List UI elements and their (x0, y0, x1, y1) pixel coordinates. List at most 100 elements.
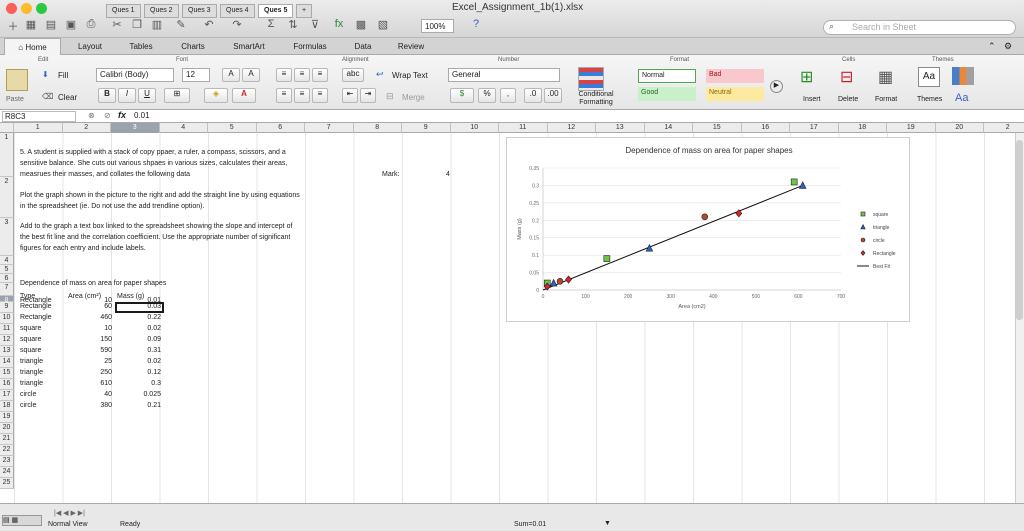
paste-icon[interactable]: ▥ (148, 18, 166, 34)
minimize-window-button[interactable] (21, 3, 32, 14)
fx-label[interactable]: fx (118, 110, 126, 120)
fill-color-button[interactable]: ◈ (204, 88, 228, 103)
column-header[interactable]: 1 (14, 123, 63, 133)
cell-type[interactable]: square (20, 336, 41, 343)
cell-area[interactable]: 40 (64, 391, 112, 398)
cell-mass[interactable]: 0.22 (113, 314, 161, 321)
row-header[interactable]: 4 (0, 256, 14, 265)
cell-area[interactable]: 590 (64, 347, 112, 354)
conditional-formatting-icon[interactable] (578, 67, 604, 91)
cell-mass[interactable]: 0.31 (113, 347, 161, 354)
format-painter-icon[interactable]: ✎ (172, 18, 190, 34)
copy-icon[interactable]: ❐ (128, 18, 146, 34)
tab-formulas[interactable]: Formulas (282, 38, 338, 55)
row-header[interactable]: 14 (0, 357, 14, 368)
tab-tables[interactable]: Tables (118, 38, 164, 55)
normal-view-icon[interactable]: ▤ ▦ (2, 515, 42, 526)
tab-smartart[interactable]: SmartArt (222, 38, 276, 55)
number-format-select[interactable]: General (448, 68, 560, 82)
sum-dropdown-icon[interactable]: ▼ (604, 520, 611, 527)
align-top-button[interactable]: ≡ (276, 68, 292, 82)
tab-charts[interactable]: Charts (170, 38, 216, 55)
increase-indent-button[interactable]: ⇥ (360, 88, 376, 103)
delete-cells-icon[interactable]: ⊟ (840, 67, 862, 89)
row-header[interactable]: 24 (0, 467, 14, 478)
tab-layout[interactable]: Layout (68, 38, 112, 55)
cell-type[interactable]: square (20, 325, 41, 332)
column-header[interactable]: 19 (887, 123, 936, 133)
row-header[interactable]: 3 (0, 218, 14, 256)
open-icon[interactable]: ▤ (42, 18, 60, 34)
column-header[interactable]: 11 (499, 123, 548, 133)
font-name-select[interactable]: Calibri (Body) (96, 68, 174, 82)
cell-mass[interactable]: 0.21 (113, 402, 161, 409)
column-header[interactable]: 15 (693, 123, 742, 133)
vertical-scroll-thumb[interactable] (1016, 140, 1023, 320)
cell-mass[interactable]: 0.03 (113, 303, 161, 310)
borders-button[interactable]: ⊞ (164, 88, 190, 103)
cell-mass[interactable]: 0.12 (113, 369, 161, 376)
row-header[interactable]: 7 (0, 283, 14, 296)
orientation-button[interactable]: abc (342, 68, 364, 82)
cell-type[interactable]: triangle (20, 369, 43, 376)
name-box[interactable]: R8C3 (2, 111, 76, 122)
column-header[interactable]: 13 (596, 123, 645, 133)
save-icon[interactable]: ▣ (62, 18, 80, 34)
sheet-tab[interactable]: Ques 4 (220, 4, 255, 18)
row-header[interactable]: 5 (0, 265, 14, 274)
column-header[interactable]: 14 (645, 123, 693, 133)
row-header[interactable]: 15 (0, 368, 14, 379)
cell-area[interactable]: 25 (64, 358, 112, 365)
column-header[interactable]: 4 (160, 123, 208, 133)
zoom-select[interactable]: 100% (421, 19, 454, 33)
column-header[interactable]: 8 (354, 123, 402, 133)
column-header[interactable]: 5 (208, 123, 257, 133)
themes-button[interactable]: Themes (917, 96, 942, 103)
row-header[interactable]: 11 (0, 324, 14, 335)
wrap-text-button[interactable]: Wrap Text (392, 71, 428, 80)
row-header[interactable]: 19 (0, 412, 14, 423)
confirm-icon[interactable]: ⊘ (104, 111, 111, 120)
row-header[interactable]: 17 (0, 390, 14, 401)
formula-input[interactable]: 0.01 (134, 111, 150, 120)
row-header[interactable]: 23 (0, 456, 14, 467)
row-header[interactable]: 20 (0, 423, 14, 434)
style-neutral[interactable]: Neutral (706, 87, 764, 101)
column-header[interactable]: 6 (257, 123, 305, 133)
sheet-tab[interactable]: Ques 2 (144, 4, 179, 18)
cell-area[interactable]: 610 (64, 380, 112, 387)
row-header[interactable]: 10 (0, 313, 14, 324)
column-header[interactable]: 18 (839, 123, 887, 133)
increase-decimal-button[interactable]: .0 (524, 88, 542, 103)
function-icon[interactable]: fx (330, 18, 348, 34)
format-cells-icon[interactable]: ▦ (878, 67, 900, 89)
row-header[interactable]: 18 (0, 401, 14, 412)
column-header[interactable]: 7 (305, 123, 354, 133)
clear-button[interactable]: Clear (58, 93, 77, 102)
row-header[interactable]: 13 (0, 346, 14, 357)
cell-type[interactable]: triangle (20, 380, 43, 387)
row-header[interactable]: 2 (0, 177, 14, 218)
styles-more-icon[interactable]: ▶ (770, 80, 783, 93)
insert-cells-icon[interactable]: ⊞ (800, 67, 822, 89)
select-all-corner[interactable] (0, 123, 14, 133)
increase-font-button[interactable]: A (222, 68, 240, 82)
cell-area[interactable]: 10 (64, 325, 112, 332)
cell-type[interactable]: Rectangle (20, 314, 52, 321)
column-header[interactable]: 2 (984, 123, 1024, 133)
cell-area[interactable]: 250 (64, 369, 112, 376)
column-header[interactable]: 20 (936, 123, 984, 133)
row-header[interactable]: 12 (0, 335, 14, 346)
cut-icon[interactable]: ✂ (108, 18, 126, 34)
sheet-tab[interactable]: Ques 5 (258, 4, 294, 18)
cell-area[interactable]: 60 (64, 303, 112, 310)
style-good[interactable]: Good (638, 87, 696, 101)
column-header[interactable]: 3 (111, 123, 160, 133)
sidebar-icon[interactable]: ▧ (374, 18, 392, 34)
row-header[interactable]: 16 (0, 379, 14, 390)
close-window-button[interactable] (6, 3, 17, 14)
row-header[interactable]: 6 (0, 274, 14, 283)
cell-mass[interactable]: 0.02 (113, 358, 161, 365)
help-icon[interactable]: ? (467, 18, 485, 34)
tab-review[interactable]: Review (388, 38, 434, 55)
